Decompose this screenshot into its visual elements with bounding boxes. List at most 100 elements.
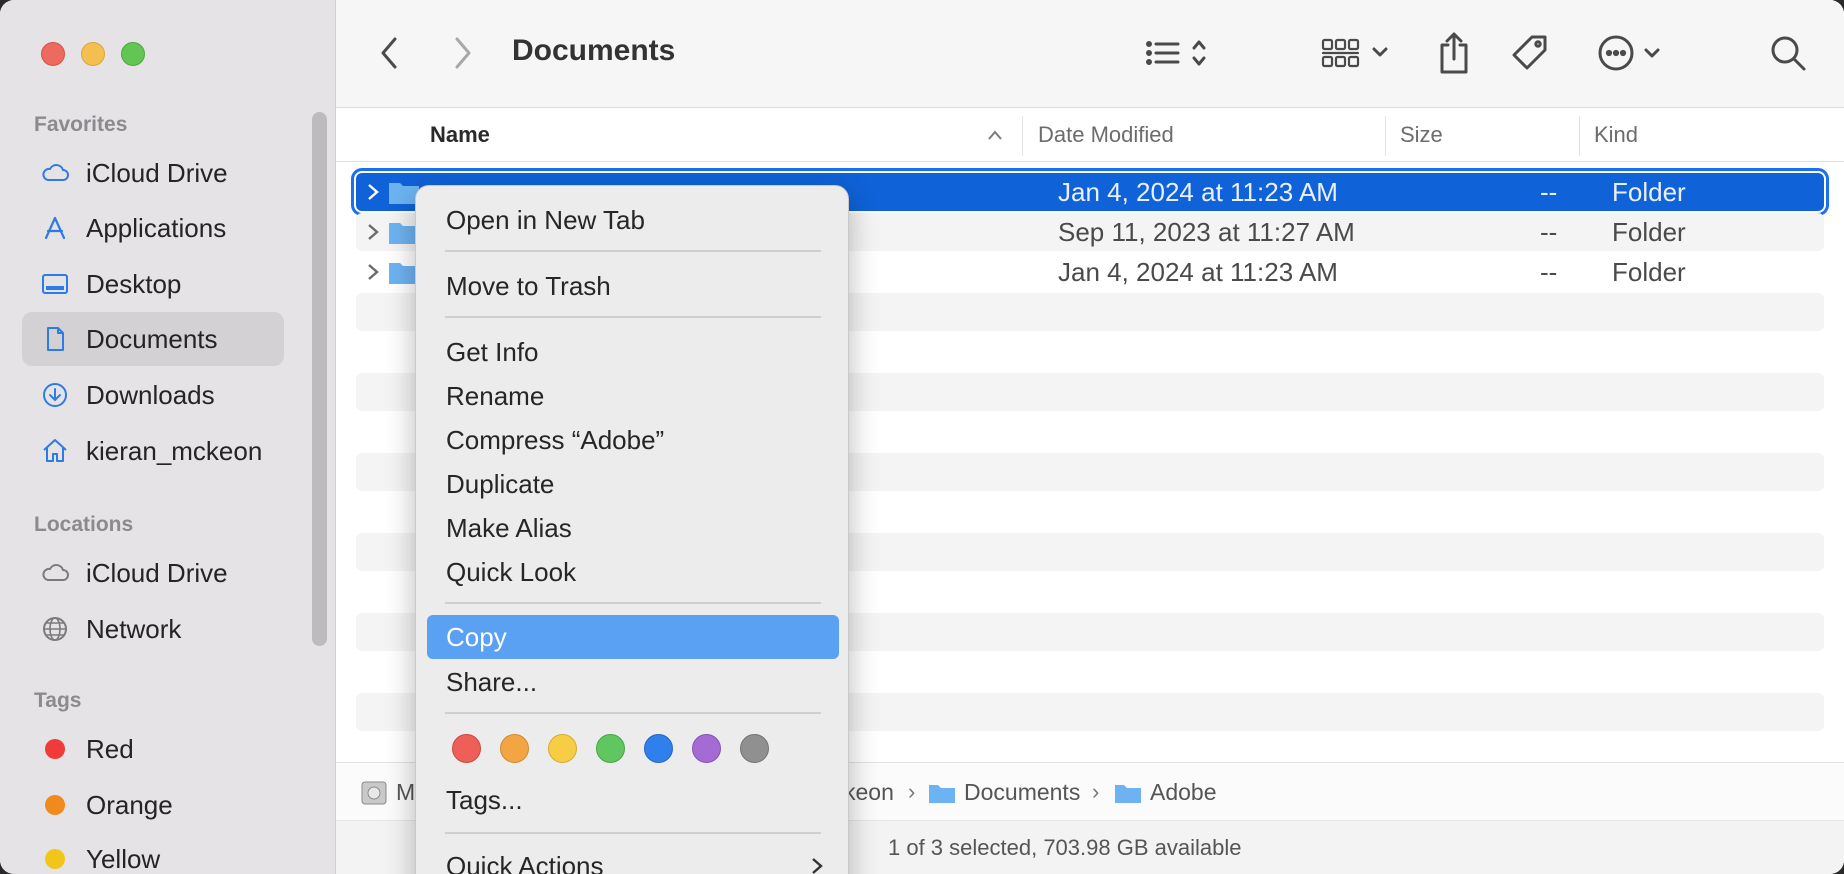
- sidebar-item-label: Orange: [86, 789, 173, 820]
- path-disk[interactable]: M: [360, 779, 415, 806]
- path-documents[interactable]: Documents: [928, 779, 1080, 806]
- row-date: Sep 11, 2023 at 11:27 AM: [1058, 216, 1355, 247]
- sidebar-tag-orange[interactable]: Orange: [22, 778, 284, 832]
- menu-item-label: Open in New Tab: [446, 204, 645, 235]
- sidebar-item-label: Red: [86, 733, 134, 764]
- path-adobe[interactable]: Adobe: [1114, 779, 1217, 806]
- sidebar-item-label: Downloads: [86, 379, 215, 410]
- menu-item-make-alias[interactable]: Make Alias: [427, 506, 839, 550]
- cloud-icon: [38, 158, 72, 188]
- disclosure-triangle-icon[interactable]: [366, 262, 380, 282]
- menu-item-label: Rename: [446, 380, 545, 411]
- tag-button[interactable]: [1510, 30, 1550, 76]
- path-disk-label: M: [396, 779, 416, 805]
- sidebar-item-applications[interactable]: Applications: [22, 201, 284, 255]
- menu-separator: [445, 832, 821, 834]
- column-kind[interactable]: Kind: [1594, 122, 1638, 148]
- path-user[interactable]: keon: [844, 779, 894, 806]
- menu-item-label: Get Info: [446, 336, 539, 367]
- menu-item-tags[interactable]: Tags...: [427, 778, 839, 822]
- sidebar-item-home[interactable]: kieran_mckeon: [22, 424, 284, 478]
- tags-heading: Tags: [34, 689, 82, 712]
- tag-color-green[interactable]: [596, 734, 625, 763]
- menu-item-quick-look[interactable]: Quick Look: [427, 550, 839, 594]
- cloud-icon: [38, 558, 72, 588]
- column-divider[interactable]: [1385, 116, 1386, 156]
- row-kind: Folder: [1612, 216, 1686, 247]
- tag-color-gray[interactable]: [740, 734, 769, 763]
- share-button[interactable]: [1436, 30, 1472, 76]
- group-icon: [1321, 38, 1388, 68]
- menu-item-label: Quick Actions: [446, 850, 604, 874]
- finder-window: Favorites iCloud Drive Applications Desk…: [0, 0, 1844, 874]
- sidebar-scrollbar[interactable]: [312, 112, 327, 646]
- share-icon: [1440, 32, 1468, 74]
- hard-disk-icon: [361, 781, 387, 804]
- sidebar-item-label: iCloud Drive: [86, 557, 228, 588]
- sidebar-item-desktop[interactable]: Desktop: [22, 257, 284, 311]
- sidebar-tag-yellow[interactable]: Yellow: [22, 832, 284, 874]
- menu-item-label: Copy: [446, 621, 507, 652]
- minimize-window-button[interactable]: [81, 42, 105, 66]
- more-actions-button[interactable]: [1596, 30, 1668, 76]
- menu-separator: [445, 602, 821, 604]
- tag-icon: [1512, 35, 1547, 70]
- row-size: --: [1540, 216, 1558, 247]
- tag-color-red[interactable]: [452, 734, 481, 763]
- back-icon: [381, 37, 397, 69]
- menu-item-duplicate[interactable]: Duplicate: [427, 462, 839, 506]
- menu-item-copy[interactable]: Copy: [427, 615, 839, 659]
- back-button[interactable]: [374, 30, 404, 76]
- menu-item-quick-actions[interactable]: Quick Actions: [427, 844, 839, 874]
- menu-item-label: Move to Trash: [446, 270, 611, 301]
- context-menu: Open in New Tab Move to Trash Get Info R…: [415, 185, 849, 874]
- menu-item-open-in-new-tab[interactable]: Open in New Tab: [427, 198, 839, 242]
- column-date-modified[interactable]: Date Modified: [1038, 122, 1174, 148]
- menu-item-move-to-trash[interactable]: Move to Trash: [427, 264, 839, 308]
- home-icon: [38, 436, 72, 466]
- disclosure-triangle-icon[interactable]: [366, 182, 380, 202]
- close-window-button[interactable]: [41, 42, 65, 66]
- sidebar-item-network[interactable]: Network: [22, 602, 284, 656]
- locations-heading: Locations: [34, 513, 134, 536]
- sidebar-item-icloud-drive[interactable]: iCloud Drive: [22, 146, 284, 200]
- menu-item-compress[interactable]: Compress “Adobe”: [427, 418, 839, 462]
- tag-color-blue[interactable]: [644, 734, 673, 763]
- sidebar: Favorites iCloud Drive Applications Desk…: [0, 0, 336, 874]
- tag-color-purple[interactable]: [692, 734, 721, 763]
- sidebar-item-label: Network: [86, 613, 182, 644]
- window-title: Documents: [512, 34, 676, 67]
- sidebar-item-documents[interactable]: Documents: [22, 312, 284, 366]
- yellow-tag-icon: [45, 849, 65, 869]
- menu-item-get-info[interactable]: Get Info: [427, 330, 839, 374]
- menu-item-label: Tags...: [446, 784, 523, 815]
- path-documents-label: Documents: [964, 779, 1081, 805]
- menu-separator: [445, 712, 821, 714]
- forward-icon: [455, 37, 471, 69]
- sidebar-item-downloads[interactable]: Downloads: [22, 368, 284, 422]
- forward-button[interactable]: [448, 30, 478, 76]
- column-divider[interactable]: [1022, 116, 1023, 156]
- menu-item-share[interactable]: Share...: [427, 660, 839, 704]
- column-name[interactable]: Name: [430, 122, 490, 148]
- folder-icon: [929, 784, 955, 803]
- view-options-button[interactable]: [1144, 30, 1216, 76]
- column-size[interactable]: Size: [1400, 122, 1443, 148]
- menu-item-rename[interactable]: Rename: [427, 374, 839, 418]
- search-button[interactable]: [1768, 30, 1808, 76]
- menu-item-label: Quick Look: [446, 556, 577, 587]
- folder-icon: [1115, 784, 1141, 803]
- group-button[interactable]: [1320, 30, 1394, 76]
- sidebar-tag-red[interactable]: Red: [22, 722, 284, 776]
- zoom-window-button[interactable]: [121, 42, 145, 66]
- download-icon: [38, 380, 72, 410]
- column-divider[interactable]: [1579, 116, 1580, 156]
- tag-color-orange[interactable]: [500, 734, 529, 763]
- tag-color-yellow[interactable]: [548, 734, 577, 763]
- sort-ascending-icon: [988, 130, 1002, 140]
- disclosure-triangle-icon[interactable]: [366, 222, 380, 242]
- more-icon: [1598, 35, 1660, 71]
- menu-separator: [445, 316, 821, 318]
- sidebar-item-icloud-drive-location[interactable]: iCloud Drive: [22, 546, 284, 600]
- sidebar-item-label: iCloud Drive: [86, 157, 228, 188]
